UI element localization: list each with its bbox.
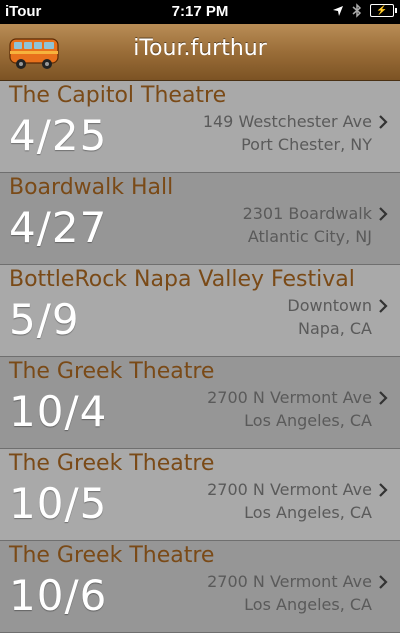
city-state: Los Angeles, CA [244, 411, 372, 430]
event-date: 10/4 [9, 387, 108, 436]
street-address: 2700 N Vermont Ave [207, 388, 372, 407]
venue-name: The Greek Theatre [9, 543, 215, 568]
event-row[interactable]: The Capitol Theatre 4/25 149 Westchester… [0, 81, 400, 173]
city-state: Atlantic City, NJ [247, 227, 372, 246]
event-row[interactable]: The Greek Theatre 10/5 2700 N Vermont Av… [0, 449, 400, 541]
event-date: 10/5 [9, 479, 108, 528]
status-bar: iTour 7:17 PM ⚡ [0, 0, 400, 24]
event-row[interactable]: The Greek Theatre 10/6 2700 N Vermont Av… [0, 541, 400, 633]
street-address: 149 Westchester Ave [202, 112, 372, 131]
location-arrow-icon [333, 5, 343, 16]
event-row[interactable]: BottleRock Napa Valley Festival 5/9 Down… [0, 265, 400, 357]
street-address: 2700 N Vermont Ave [207, 572, 372, 591]
event-list: The Capitol Theatre 4/25 149 Westchester… [0, 81, 400, 633]
event-date: 5/9 [9, 295, 80, 344]
battery-icon: ⚡ [370, 4, 397, 17]
event-row[interactable]: Boardwalk Hall 4/27 2301 Boardwalk Atlan… [0, 173, 400, 265]
venue-name: The Greek Theatre [9, 451, 215, 476]
event-date: 4/25 [9, 111, 108, 160]
chevron-right-icon [379, 575, 388, 589]
chevron-right-icon [379, 299, 388, 313]
event-date: 10/6 [9, 571, 108, 620]
city-state: Los Angeles, CA [244, 503, 372, 522]
venue-name: The Greek Theatre [9, 359, 215, 384]
page-title: iTour.furthur [133, 36, 267, 61]
bluetooth-icon [352, 3, 362, 18]
street-address: 2301 Boardwalk [242, 204, 372, 223]
chevron-right-icon [379, 483, 388, 497]
city-state: Port Chester, NY [241, 135, 372, 154]
venue-name: BottleRock Napa Valley Festival [9, 267, 355, 292]
nav-bar: iTour.furthur [0, 24, 400, 81]
event-row[interactable]: The Greek Theatre 10/4 2700 N Vermont Av… [0, 357, 400, 449]
venue-name: The Capitol Theatre [9, 83, 227, 108]
chevron-right-icon [379, 207, 388, 221]
city-state: Napa, CA [297, 319, 372, 338]
chevron-right-icon [379, 391, 388, 405]
chevron-right-icon [379, 115, 388, 129]
city-state: Los Angeles, CA [244, 595, 372, 614]
venue-name: Boardwalk Hall [9, 175, 174, 200]
street-address: Downtown [287, 296, 372, 315]
event-date: 4/27 [9, 203, 108, 252]
status-icons: ⚡ [332, 3, 397, 18]
street-address: 2700 N Vermont Ave [207, 480, 372, 499]
